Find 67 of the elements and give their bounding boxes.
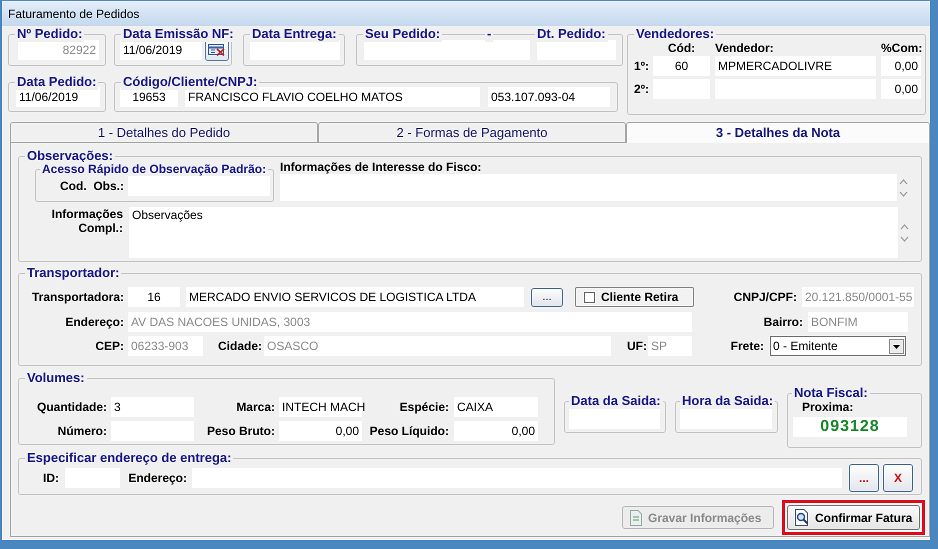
magnifier-document-icon (794, 509, 810, 526)
input-field[interactable]: 60 (653, 56, 710, 76)
input-field[interactable]: FRANCISCO FLAVIO COELHO MATOS (185, 87, 480, 107)
tab[interactable]: 3 - Detalhes da Nota (626, 122, 930, 143)
input-field[interactable]: 0,00 (881, 56, 921, 76)
field-label: Marca: (235, 399, 275, 416)
confirm-invoice-button[interactable]: Confirmar Fatura (787, 505, 920, 530)
field-label: 2º: (634, 81, 650, 98)
field-label: Endereço: (64, 314, 124, 331)
input-field[interactable]: MPMERCADOLIVRE (715, 56, 876, 76)
group-label: Observações: (25, 148, 115, 164)
group-label: Nº Pedido: (15, 26, 84, 42)
field-label: Cod. Obs.: (59, 178, 124, 194)
field-label: Cód: (666, 41, 696, 55)
field-label: ID: (42, 470, 59, 487)
scroll-arrows-icon[interactable] (899, 176, 908, 198)
field-label: Bairro: (762, 314, 803, 331)
group-label: Acesso Rápido de Observação Padrão: (40, 162, 268, 176)
field-label: 1º: (634, 58, 650, 75)
browse-button[interactable]: ... (531, 288, 563, 306)
browse-button[interactable]: ... (849, 464, 879, 492)
field-label: UF: (627, 338, 644, 355)
field-label: Transportadora: (30, 289, 124, 306)
input-field[interactable]: 0,00 (279, 421, 362, 441)
input-field[interactable]: MERCADO ENVIO SERVICOS DE LOGISTICA LTDA (186, 287, 524, 307)
text-area[interactable]: Observações (129, 207, 898, 258)
input-field[interactable]: 053.107.093-04 (488, 87, 610, 107)
input-field[interactable]: CAIXA (454, 397, 538, 417)
clear-button[interactable]: X (883, 464, 913, 492)
field-label: Informações de Interesse do Fisco: (280, 160, 482, 174)
input-field[interactable]: 0,00 (881, 79, 921, 99)
field-label: Número: (56, 423, 107, 440)
group-label: Data Entrega: (250, 26, 339, 42)
group-label: Especificar endereço de entrega: (25, 450, 234, 466)
field-label: Peso Bruto: (206, 423, 275, 440)
field-label: CNPJ/CPF: (732, 289, 797, 306)
input-field[interactable]: 3 (111, 397, 194, 417)
field-label: Quantidade: (36, 399, 107, 416)
group-label: Seu Pedido: (363, 26, 442, 42)
input-field[interactable]: 16 (128, 287, 180, 307)
field-label: Frete: (730, 338, 764, 355)
field-label: Endereço: (127, 470, 187, 487)
group-label: Dt. Pedido: (535, 26, 608, 42)
window-title: Faturamento de Pedidos (8, 6, 140, 22)
field-label: Espécie: (398, 399, 449, 416)
field-label: Vendedor: (715, 41, 775, 55)
field-label: Cidade: (218, 338, 260, 355)
field-label: CEP: (94, 338, 124, 355)
field-label: %Com: (881, 41, 921, 55)
input-field[interactable]: 11/06/2019 (120, 40, 202, 60)
field-label: Proxima: (802, 400, 854, 414)
document-icon (629, 510, 643, 526)
group-label: Data Pedido: (15, 74, 98, 90)
checkbox[interactable] (584, 292, 595, 302)
group-label: Transportador: (25, 265, 122, 281)
input-field[interactable]: 0,00 (454, 421, 538, 441)
field-label: Informações Compl.: (50, 207, 123, 235)
invoice-number-field: 093128 (793, 417, 907, 437)
input-field[interactable]: INTECH MACH (279, 397, 362, 417)
tab[interactable]: 1 - Detalhes do Pedido (10, 122, 318, 142)
frete-dropdown[interactable]: 0 - Emitente (770, 336, 906, 356)
field-label: Peso Líquido: (368, 423, 449, 440)
tab[interactable]: 2 - Formas de Pagamento (318, 122, 626, 142)
scroll-arrows-icon[interactable] (900, 222, 909, 244)
group-label: Código/Cliente/CNPJ: (121, 74, 260, 90)
cliente-retira-toggle[interactable]: Cliente Retira (575, 287, 694, 307)
calendar-clear-icon (208, 44, 226, 56)
